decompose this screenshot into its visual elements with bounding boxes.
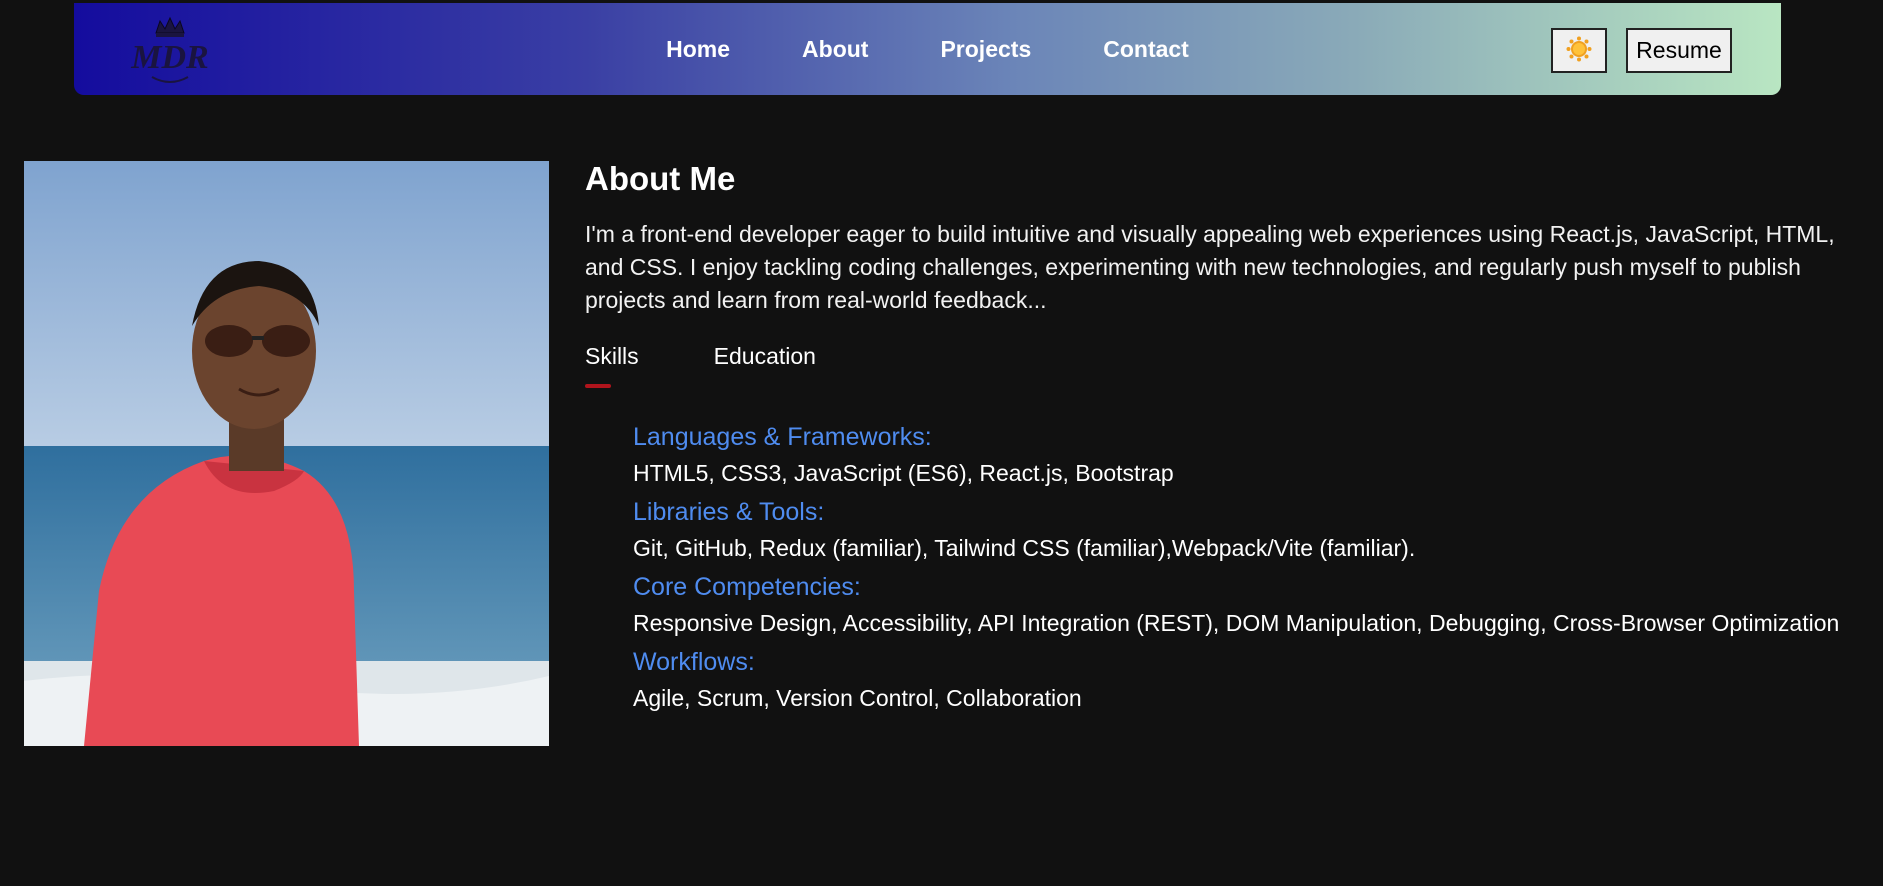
skills-list: Languages & Frameworks: HTML5, CSS3, Jav… [633, 422, 1855, 713]
tab-skills[interactable]: Skills [585, 343, 639, 388]
nav-link-projects[interactable]: Projects [940, 36, 1031, 63]
nav-links: Home About Projects Contact [74, 3, 1781, 95]
svg-text:MDR: MDR [130, 39, 208, 76]
skill-heading-libraries: Libraries & Tools: [633, 498, 825, 526]
skill-heading-competencies: Core Competencies: [633, 573, 861, 601]
skill-heading-workflows: Workflows: [633, 648, 755, 676]
navbar: MDR Home About Projects Contact Resume [74, 3, 1781, 95]
tab-education[interactable]: Education [714, 343, 816, 388]
nav-link-contact[interactable]: Contact [1103, 36, 1189, 63]
skill-items-libraries: Git, GitHub, Redux (familiar), Tailwind … [633, 535, 1416, 561]
sun-icon [1566, 36, 1592, 65]
skill-items-languages: HTML5, CSS3, JavaScript (ES6), React.js,… [633, 460, 1174, 486]
about-bio: I'm a front-end developer eager to build… [585, 221, 1835, 313]
about-tabs: Skills Education [585, 343, 1855, 388]
profile-photo [24, 161, 549, 746]
skill-items-workflows: Agile, Scrum, Version Control, Collabora… [633, 685, 1082, 711]
nav-link-home[interactable]: Home [666, 36, 730, 63]
resume-button[interactable]: Resume [1626, 28, 1732, 73]
logo[interactable]: MDR [130, 13, 210, 91]
nav-link-about[interactable]: About [802, 36, 868, 63]
theme-toggle-button[interactable] [1551, 28, 1607, 73]
skill-heading-languages: Languages & Frameworks: [633, 423, 932, 451]
about-title: About Me [585, 160, 736, 197]
skill-items-competencies: Responsive Design, Accessibility, API In… [633, 610, 1840, 636]
about-section: About Me I'm a front-end developer eager… [585, 160, 1855, 722]
